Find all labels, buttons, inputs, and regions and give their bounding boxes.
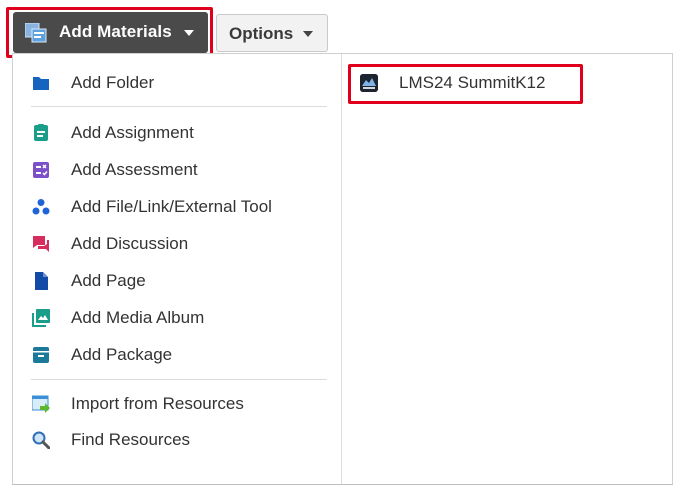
- menu-divider: [31, 379, 327, 380]
- menu-item-add-media-album[interactable]: Add Media Album: [13, 301, 342, 335]
- menu-item-label: Find Resources: [71, 430, 191, 449]
- add-materials-menu: Add Folder Add Assignment Add Assessment: [12, 53, 673, 485]
- magnifier-icon: [32, 431, 50, 449]
- import-resources-icon: [32, 395, 50, 413]
- menu-item-add-assessment[interactable]: Add Assessment: [13, 153, 342, 187]
- highlight-box-add-materials: [6, 7, 213, 58]
- menu-item-add-assignment[interactable]: Add Assignment: [13, 116, 342, 150]
- menu-item-label: Add File/Link/External Tool: [71, 197, 272, 216]
- discussion-icon: [33, 236, 49, 252]
- menu-item-label: Add Page: [71, 271, 146, 290]
- folder-icon: [33, 77, 49, 90]
- menu-item-label: Import from Resources: [71, 394, 244, 413]
- assessment-icon: [33, 162, 49, 178]
- menu-item-add-package[interactable]: Add Package: [13, 338, 342, 372]
- menu-item-find-resources[interactable]: Find Resources: [13, 423, 342, 457]
- options-button[interactable]: Options: [216, 14, 328, 52]
- menu-item-label: Add Assessment: [71, 160, 198, 179]
- highlight-box-external-tool: [348, 64, 583, 104]
- chevron-down-icon: [303, 31, 313, 37]
- package-icon: [33, 347, 49, 363]
- menu-item-label: Add Discussion: [71, 234, 189, 253]
- menu-item-label: Add Media Album: [71, 308, 205, 327]
- menu-item-add-page[interactable]: Add Page: [13, 264, 342, 298]
- menu-divider: [31, 106, 327, 107]
- options-label: Options: [229, 24, 294, 43]
- assignment-icon: [34, 124, 48, 141]
- menu-item-label: Add Package: [71, 345, 173, 364]
- menu-left-column: Add Folder Add Assignment Add Assessment: [13, 54, 342, 484]
- menu-item-label: Add Folder: [71, 73, 155, 92]
- page-icon: [35, 272, 48, 290]
- menu-item-label: Add Assignment: [71, 123, 194, 142]
- menu-item-add-folder[interactable]: Add Folder: [13, 66, 342, 100]
- media-album-icon: [32, 309, 50, 327]
- file-link-icon: [32, 199, 50, 215]
- menu-item-import-from-resources[interactable]: Import from Resources: [13, 387, 342, 421]
- menu-item-add-discussion[interactable]: Add Discussion: [13, 227, 342, 261]
- menu-item-add-file-link-external-tool[interactable]: Add File/Link/External Tool: [13, 190, 342, 224]
